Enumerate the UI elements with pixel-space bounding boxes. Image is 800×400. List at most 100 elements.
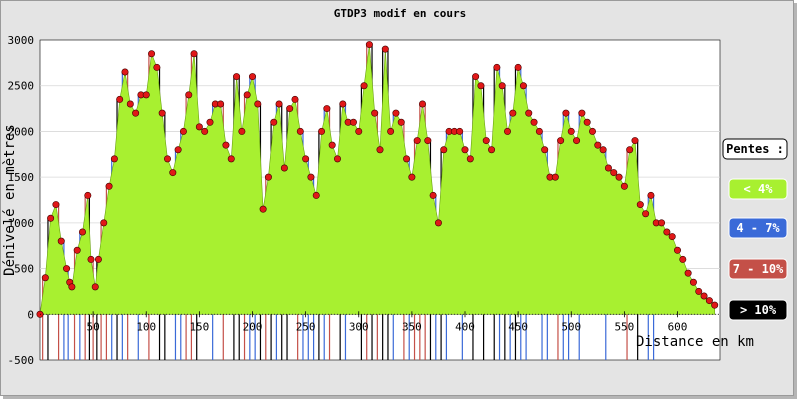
- elevation-point: [296, 127, 304, 135]
- elevation-point: [355, 127, 363, 135]
- elevation-point: [233, 73, 241, 81]
- elevation-point: [636, 201, 644, 209]
- elevation-point: [47, 214, 55, 222]
- elevation-point: [413, 137, 421, 145]
- x-tick-label: 200: [243, 320, 263, 333]
- elevation-point: [557, 137, 565, 145]
- elevation-point: [79, 228, 87, 236]
- elevation-point: [673, 246, 681, 254]
- elevation-point: [397, 118, 405, 126]
- elevation-point: [434, 219, 442, 227]
- x-tick-label: 100: [136, 320, 156, 333]
- elevation-point: [599, 146, 607, 154]
- elevation-point: [328, 141, 336, 149]
- elevation-point: [84, 191, 92, 199]
- elevation-point: [94, 255, 102, 263]
- elevation-point: [307, 173, 315, 181]
- elevation-point: [408, 173, 416, 181]
- elevation-point: [68, 283, 76, 291]
- elevation-point: [663, 228, 671, 236]
- elevation-point: [525, 109, 533, 117]
- elevation-point: [185, 91, 193, 99]
- elevation-point: [302, 155, 310, 163]
- legend-label: > 10%: [740, 303, 777, 317]
- elevation-point: [174, 146, 182, 154]
- elevation-point: [222, 141, 230, 149]
- elevation-point: [286, 105, 294, 113]
- elevation-point: [620, 182, 628, 190]
- elevation-point: [429, 191, 437, 199]
- elevation-point: [254, 100, 262, 108]
- elevation-point: [349, 118, 357, 126]
- elevation-point: [424, 137, 432, 145]
- y-tick-label: 0: [27, 308, 34, 321]
- elevation-point: [318, 127, 326, 135]
- elevation-point: [503, 127, 511, 135]
- x-tick-label: 400: [455, 320, 475, 333]
- elevation-point: [705, 297, 713, 305]
- elevation-point: [472, 73, 480, 81]
- elevation-chart: GTDP3 modif en cours 50 100 150 200 250 300 35…: [2, 7, 788, 367]
- elevation-point: [695, 287, 703, 295]
- elevation-point: [57, 237, 65, 245]
- elevation-point: [594, 141, 602, 149]
- elevation-point: [91, 283, 99, 291]
- elevation-point: [387, 127, 395, 135]
- elevation-point: [275, 100, 283, 108]
- elevation-point: [535, 127, 543, 135]
- elevation-point: [440, 146, 448, 154]
- elevation-point: [488, 146, 496, 154]
- elevation-point: [403, 155, 411, 163]
- y-tick-label: 3000: [8, 34, 35, 47]
- legend-label: < 4%: [744, 182, 774, 196]
- elevation-point: [243, 91, 251, 99]
- elevation-point: [647, 191, 655, 199]
- elevation-point: [679, 255, 687, 263]
- elevation-point: [711, 301, 719, 309]
- elevation-point: [41, 274, 49, 282]
- chart-title: GTDP3 modif en cours: [334, 7, 466, 20]
- elevation-point: [477, 82, 485, 90]
- elevation-point: [323, 105, 331, 113]
- elevation-point: [514, 63, 522, 71]
- elevation-point: [371, 109, 379, 117]
- elevation-point: [259, 205, 267, 213]
- elevation-point: [132, 109, 140, 117]
- elevation-point: [604, 164, 612, 172]
- elevation-point: [519, 82, 527, 90]
- elevation-point: [631, 137, 639, 145]
- x-tick-label: 250: [296, 320, 316, 333]
- x-tick-label: 350: [402, 320, 422, 333]
- elevation-point: [190, 50, 198, 58]
- elevation-point: [418, 100, 426, 108]
- elevation-point: [626, 146, 634, 154]
- elevation-point: [153, 63, 161, 71]
- legend-label: 4 - 7%: [736, 221, 780, 235]
- elevation-point: [158, 109, 166, 117]
- elevation-point: [392, 109, 400, 117]
- elevation-point: [573, 137, 581, 145]
- x-tick-label: 600: [668, 320, 688, 333]
- elevation-point: [551, 173, 559, 181]
- elevation-point: [642, 210, 650, 218]
- elevation-point: [264, 173, 272, 181]
- y-axis-label: Dénivelé en mètres: [2, 124, 18, 276]
- elevation-point: [63, 265, 71, 273]
- elevation-point: [365, 41, 373, 49]
- elevation-point: [110, 155, 118, 163]
- elevation-point: [381, 45, 389, 53]
- elevation-point: [562, 109, 570, 117]
- elevation-point: [217, 100, 225, 108]
- elevation-point: [148, 50, 156, 58]
- elevation-point: [164, 155, 172, 163]
- elevation-point: [578, 109, 586, 117]
- elevation-point: [668, 233, 676, 241]
- x-tick-label: 150: [189, 320, 209, 333]
- elevation-point: [583, 118, 591, 126]
- legend-title: Pentes :: [726, 142, 784, 156]
- elevation-point: [105, 182, 113, 190]
- x-tick-label: 450: [508, 320, 528, 333]
- elevation-point: [333, 155, 341, 163]
- elevation-point: [530, 118, 538, 126]
- elevation-point: [700, 292, 708, 300]
